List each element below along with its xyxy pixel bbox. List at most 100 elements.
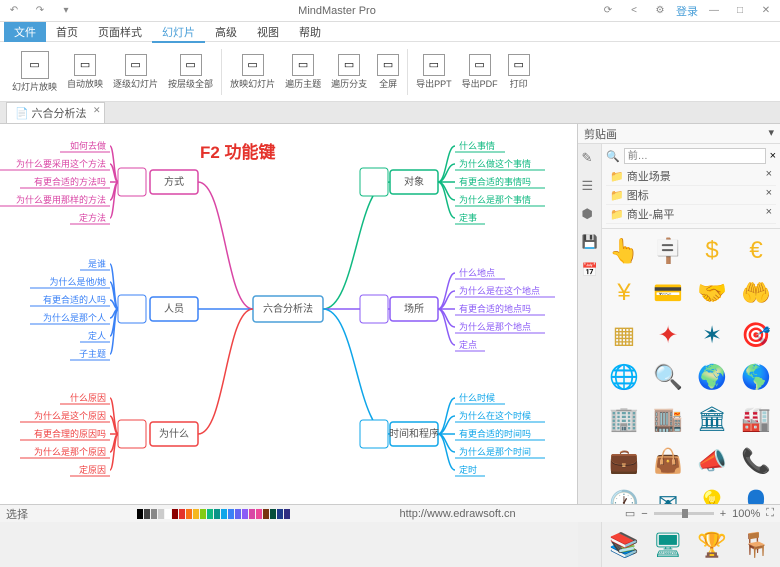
palette-color[interactable] [249, 509, 255, 519]
clipart-item[interactable]: 🤲 [738, 275, 774, 311]
palette-color[interactable] [200, 509, 206, 519]
clipart-search-input[interactable] [624, 148, 766, 164]
fullscreen-icon[interactable]: ⛶ [766, 507, 774, 520]
clipart-item[interactable]: 🏢 [606, 401, 642, 437]
ribbon-遍历主题[interactable]: ▭遍历主题 [281, 52, 325, 92]
clipart-item[interactable]: ✦ [650, 317, 686, 353]
palette-color[interactable] [193, 509, 199, 519]
minimize-icon[interactable]: — [704, 2, 724, 20]
clipart-item[interactable]: 👜 [650, 443, 686, 479]
clipart-item[interactable]: 💼 [606, 443, 642, 479]
palette-color[interactable] [277, 509, 283, 519]
palette-color[interactable] [270, 509, 276, 519]
zoom-control[interactable]: ▭ − + 100% ⛶ [625, 507, 774, 520]
clipart-item[interactable]: 🔍 [650, 359, 686, 395]
clipart-item[interactable]: 👆 [606, 233, 642, 269]
calendar-icon[interactable]: 📅 [582, 262, 598, 278]
clipart-item[interactable]: ¥ [606, 275, 642, 311]
palette-color[interactable] [242, 509, 248, 519]
maximize-icon[interactable]: □ [730, 2, 750, 20]
clipart-item[interactable]: 📚 [606, 527, 642, 563]
doc-tab[interactable]: 📄 六合分析法 ✕ [6, 102, 105, 123]
clipart-item[interactable]: 🌎 [738, 359, 774, 395]
login-link[interactable]: 登录 [676, 3, 698, 19]
palette-color[interactable] [158, 509, 164, 519]
zoom-in-icon[interactable]: + [720, 508, 726, 520]
palette-color[interactable] [214, 509, 220, 519]
ribbon-全屏[interactable]: ▭全屏 [373, 52, 403, 92]
category-图标[interactable]: 📁 图标× [606, 186, 776, 205]
palette-color[interactable] [284, 509, 290, 519]
clipart-item[interactable]: 🪧 [650, 233, 686, 269]
palette-color[interactable] [172, 509, 178, 519]
clipart-item[interactable]: $ [694, 233, 730, 269]
ribbon-放映幻灯片[interactable]: ▭放映幻灯片 [226, 52, 279, 92]
help-icon[interactable]: ⟳ [598, 2, 618, 20]
ribbon-幻灯片放映[interactable]: ▭幻灯片放映 [8, 49, 61, 95]
clipart-item[interactable]: 💳 [650, 275, 686, 311]
fit-icon[interactable]: ▭ [625, 507, 635, 520]
clipart-item[interactable]: ✶ [694, 317, 730, 353]
canvas[interactable]: F2 功能键 六合分析法方式如何去做为什么要采用这个方法有更合适的方法吗为什么要… [0, 124, 577, 504]
clipart-item[interactable]: 🌍 [694, 359, 730, 395]
clipart-item[interactable]: 🖥 [650, 527, 686, 563]
palette-color[interactable] [228, 509, 234, 519]
palette-color[interactable] [144, 509, 150, 519]
menu-幻灯片[interactable]: 幻灯片 [152, 25, 205, 43]
ribbon-逐级幻灯片[interactable]: ▭逐级幻灯片 [109, 52, 162, 92]
settings-icon[interactable]: ⚙ [650, 2, 670, 20]
ribbon-按层级全部[interactable]: ▭按层级全部 [164, 52, 217, 92]
clipart-item[interactable]: 🏬 [650, 401, 686, 437]
clipart-item[interactable]: 🏭 [738, 401, 774, 437]
palette-color[interactable] [137, 509, 143, 519]
zoom-out-icon[interactable]: − [641, 508, 647, 520]
palette-color[interactable] [207, 509, 213, 519]
dropdown-icon[interactable]: ▾ [56, 2, 76, 20]
menu-高级[interactable]: 高级 [205, 25, 247, 41]
mindmap[interactable]: 六合分析法方式如何去做为什么要采用这个方法有更合适的方法吗为什么要用那样的方法定… [0, 124, 577, 504]
clipart-item[interactable]: 📞 [738, 443, 774, 479]
close-icon[interactable]: ✕ [756, 2, 776, 20]
doc-tab-close-icon[interactable]: ✕ [93, 105, 101, 116]
clipart-item[interactable]: 🪑 [738, 527, 774, 563]
redo-icon[interactable]: ↷ [30, 2, 50, 20]
list-icon[interactable]: ☰ [582, 178, 598, 194]
clipart-item[interactable]: 🏆 [694, 527, 730, 563]
menu-帮助[interactable]: 帮助 [289, 25, 331, 41]
clipart-item[interactable]: ▦ [606, 317, 642, 353]
zoom-slider[interactable] [654, 512, 714, 515]
menu-视图[interactable]: 视图 [247, 25, 289, 41]
menu-页面样式[interactable]: 页面样式 [88, 25, 152, 41]
ribbon-打印[interactable]: ▭打印 [504, 52, 534, 92]
clipart-item[interactable]: 📣 [694, 443, 730, 479]
color-palette[interactable] [137, 509, 290, 519]
palette-color[interactable] [256, 509, 262, 519]
menu-file[interactable]: 文件 [4, 22, 46, 42]
palette-color[interactable] [263, 509, 269, 519]
status-url[interactable]: http://www.edrawsoft.cn [399, 508, 515, 520]
panel-menu-icon[interactable]: ▾ [768, 126, 774, 141]
palette-color[interactable] [186, 509, 192, 519]
palette-color[interactable] [179, 509, 185, 519]
clipart-item[interactable]: € [738, 233, 774, 269]
save-icon[interactable]: 💾 [582, 234, 598, 250]
ribbon-导出PPT[interactable]: ▭导出PPT [412, 52, 456, 92]
palette-color[interactable] [221, 509, 227, 519]
menu-首页[interactable]: 首页 [46, 25, 88, 41]
clipart-item[interactable]: 🌐 [606, 359, 642, 395]
search-clear-icon[interactable]: × [770, 150, 776, 162]
shield-icon[interactable]: ⬢ [582, 206, 598, 222]
clipart-item[interactable]: 🎯 [738, 317, 774, 353]
wand-icon[interactable]: ✎ [582, 150, 598, 166]
ribbon-遍历分支[interactable]: ▭遍历分支 [327, 52, 371, 92]
palette-color[interactable] [165, 509, 171, 519]
category-商业场景[interactable]: 📁 商业场景× [606, 167, 776, 186]
palette-color[interactable] [151, 509, 157, 519]
category-商业-扁平[interactable]: 📁 商业-扁平× [606, 205, 776, 224]
ribbon-自动放映[interactable]: ▭自动放映 [63, 52, 107, 92]
share-icon[interactable]: < [624, 2, 644, 20]
palette-color[interactable] [235, 509, 241, 519]
ribbon-导出PDF[interactable]: ▭导出PDF [458, 52, 502, 92]
undo-icon[interactable]: ↶ [4, 2, 24, 20]
clipart-item[interactable]: 🏛 [694, 401, 730, 437]
